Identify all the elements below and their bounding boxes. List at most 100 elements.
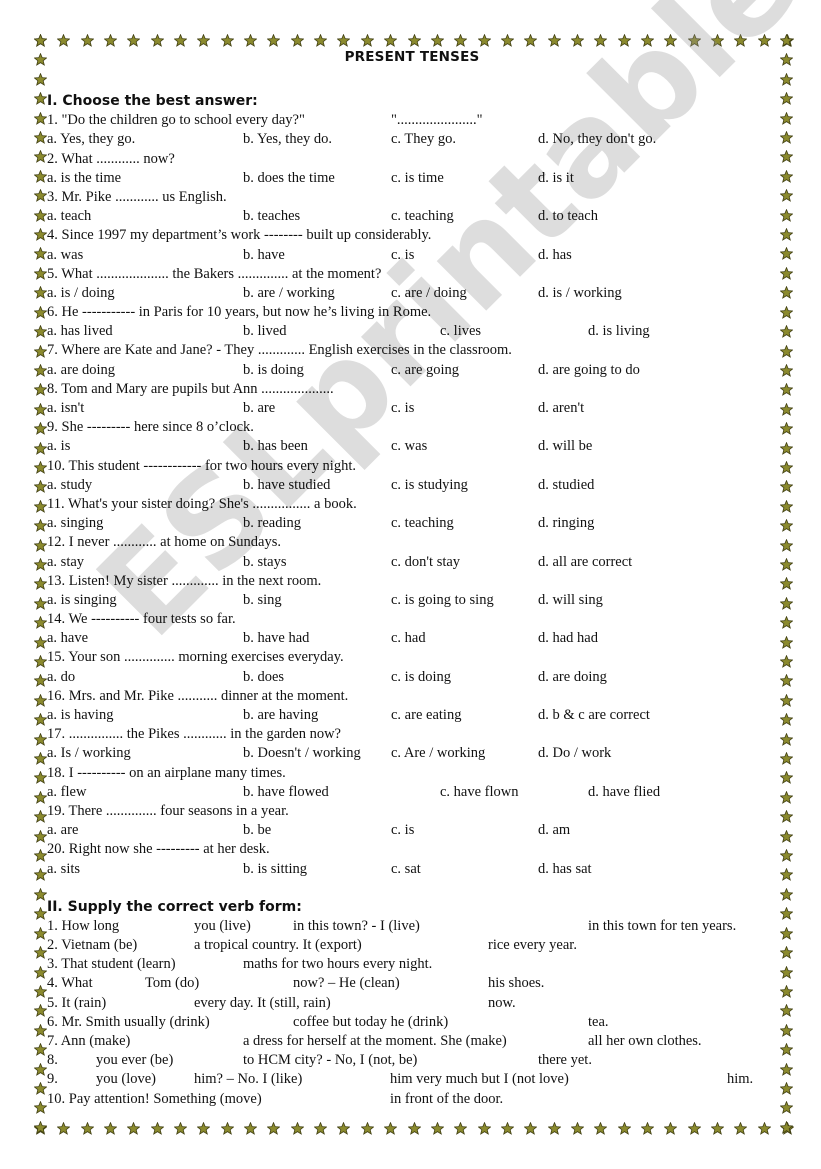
- item-segment: his shoes.: [488, 975, 545, 992]
- option-c[interactable]: c. have flown: [440, 783, 519, 802]
- option-c[interactable]: c. sat: [391, 860, 421, 879]
- option-b[interactable]: b. sing: [243, 591, 282, 610]
- option-c[interactable]: c. is: [391, 246, 414, 265]
- option-c[interactable]: c. is studying: [391, 476, 468, 495]
- option-b[interactable]: b. has been: [243, 437, 308, 456]
- option-b[interactable]: b. Doesn't / working: [243, 744, 361, 763]
- option-c[interactable]: c. is: [391, 399, 414, 418]
- star-icon: [780, 596, 793, 610]
- option-b[interactable]: b. are: [243, 399, 275, 418]
- option-b[interactable]: b. does the time: [243, 169, 335, 188]
- question-text: 10. This student ------------ for two ho…: [47, 457, 356, 474]
- option-b[interactable]: b. have: [243, 246, 285, 265]
- option-b[interactable]: b. are / working: [243, 284, 335, 303]
- option-a[interactable]: a. have: [47, 629, 88, 648]
- option-d[interactable]: d. is living: [588, 322, 650, 341]
- option-d[interactable]: d. had had: [538, 629, 598, 648]
- option-a[interactable]: a. flew: [47, 783, 86, 802]
- option-d[interactable]: d. have flied: [588, 783, 660, 802]
- option-b[interactable]: b. have flowed: [243, 783, 329, 802]
- question-text: 2. What ............ now?: [47, 150, 175, 167]
- option-b[interactable]: b. does: [243, 668, 284, 687]
- option-d[interactable]: d. b & c are correct: [538, 706, 650, 725]
- option-a[interactable]: a. isn't: [47, 399, 84, 418]
- option-c[interactable]: c. are / doing: [391, 284, 467, 303]
- option-d[interactable]: d. aren't: [538, 399, 584, 418]
- option-c[interactable]: c. teaching: [391, 514, 454, 533]
- option-c[interactable]: c. Are / working: [391, 744, 485, 763]
- option-b[interactable]: b. Yes, they do.: [243, 130, 332, 149]
- option-c[interactable]: c. is doing: [391, 668, 451, 687]
- option-b[interactable]: b. teaches: [243, 207, 300, 226]
- option-d[interactable]: d. will be: [538, 437, 592, 456]
- option-d[interactable]: d. are doing: [538, 668, 607, 687]
- option-b[interactable]: b. reading: [243, 514, 301, 533]
- option-a[interactable]: a. do: [47, 668, 75, 687]
- option-a[interactable]: a. stay: [47, 553, 84, 572]
- option-a[interactable]: a. is the time: [47, 169, 121, 188]
- option-d[interactable]: d. will sing: [538, 591, 603, 610]
- option-a[interactable]: a. is: [47, 437, 70, 456]
- option-a[interactable]: a. was: [47, 246, 83, 265]
- option-a[interactable]: a. Yes, they go.: [47, 130, 135, 149]
- option-d[interactable]: d. am: [538, 821, 570, 840]
- option-d[interactable]: d. is / working: [538, 284, 622, 303]
- option-b[interactable]: b. be: [243, 821, 271, 840]
- option-b[interactable]: b. are having: [243, 706, 318, 725]
- star-icon: [430, 1122, 444, 1135]
- option-a[interactable]: a. sits: [47, 860, 80, 879]
- star-icon: [244, 1122, 258, 1135]
- answer-options: a. Is / working b. Doesn't / working c. Ar…: [47, 744, 777, 763]
- option-d[interactable]: d. has: [538, 246, 572, 265]
- star-icon: [780, 1081, 793, 1095]
- option-b[interactable]: b. have studied: [243, 476, 330, 495]
- option-a[interactable]: a. is singing: [47, 591, 117, 610]
- star-icon: [34, 616, 47, 630]
- option-c[interactable]: c. They go.: [391, 130, 456, 149]
- item-segment: 7. Ann (make): [47, 1033, 131, 1049]
- option-a[interactable]: a. is having: [47, 706, 113, 725]
- question-stem: 15. Your son .............. morning exer…: [47, 648, 777, 667]
- option-b[interactable]: b. stays: [243, 553, 287, 572]
- item-segment: him? – No. I (like): [194, 1071, 303, 1088]
- option-d[interactable]: d. all are correct: [538, 553, 632, 572]
- option-b[interactable]: b. is sitting: [243, 860, 307, 879]
- option-a[interactable]: a. is / doing: [47, 284, 115, 303]
- option-d[interactable]: d. is it: [538, 169, 574, 188]
- section-2-heading: II. Supply the correct verb form:: [47, 898, 302, 915]
- option-b[interactable]: b. is doing: [243, 361, 304, 380]
- option-d[interactable]: d. studied: [538, 476, 594, 495]
- option-c[interactable]: c. is time: [391, 169, 444, 188]
- option-d[interactable]: d. ringing: [538, 514, 594, 533]
- option-c[interactable]: c. had: [391, 629, 426, 648]
- option-b[interactable]: b. have had: [243, 629, 309, 648]
- option-c[interactable]: c. are eating: [391, 706, 461, 725]
- option-a[interactable]: a. study: [47, 476, 92, 495]
- star-icon: [34, 1062, 47, 1076]
- option-c[interactable]: c. lives: [440, 322, 481, 341]
- option-c[interactable]: c. was: [391, 437, 427, 456]
- option-d[interactable]: d. to teach: [538, 207, 598, 226]
- option-c[interactable]: c. is: [391, 821, 414, 840]
- option-d[interactable]: d. are going to do: [538, 361, 640, 380]
- option-a[interactable]: a. are doing: [47, 361, 115, 380]
- star-icon: [34, 266, 47, 280]
- option-c[interactable]: c. teaching: [391, 207, 454, 226]
- option-d[interactable]: d. Do / work: [538, 744, 611, 763]
- item-segment: now.: [488, 994, 516, 1011]
- option-b[interactable]: b. lived: [243, 322, 287, 341]
- option-c[interactable]: c. is going to sing: [391, 591, 494, 610]
- option-a[interactable]: a. has lived: [47, 322, 113, 341]
- option-a[interactable]: a. are: [47, 821, 78, 840]
- option-c[interactable]: c. are going: [391, 361, 459, 380]
- option-a[interactable]: a. teach: [47, 207, 91, 226]
- option-d[interactable]: d. has sat: [538, 860, 592, 879]
- option-a[interactable]: a. Is / working: [47, 744, 131, 763]
- question-stem: 13. Listen! My sister ............. in t…: [47, 572, 777, 591]
- option-d[interactable]: d. No, they don't go.: [538, 130, 656, 149]
- star-icon: [780, 1023, 793, 1037]
- option-c[interactable]: c. don't stay: [391, 553, 460, 572]
- star-icon: [34, 1023, 47, 1037]
- star-icon: [780, 674, 793, 688]
- option-a[interactable]: a. singing: [47, 514, 103, 533]
